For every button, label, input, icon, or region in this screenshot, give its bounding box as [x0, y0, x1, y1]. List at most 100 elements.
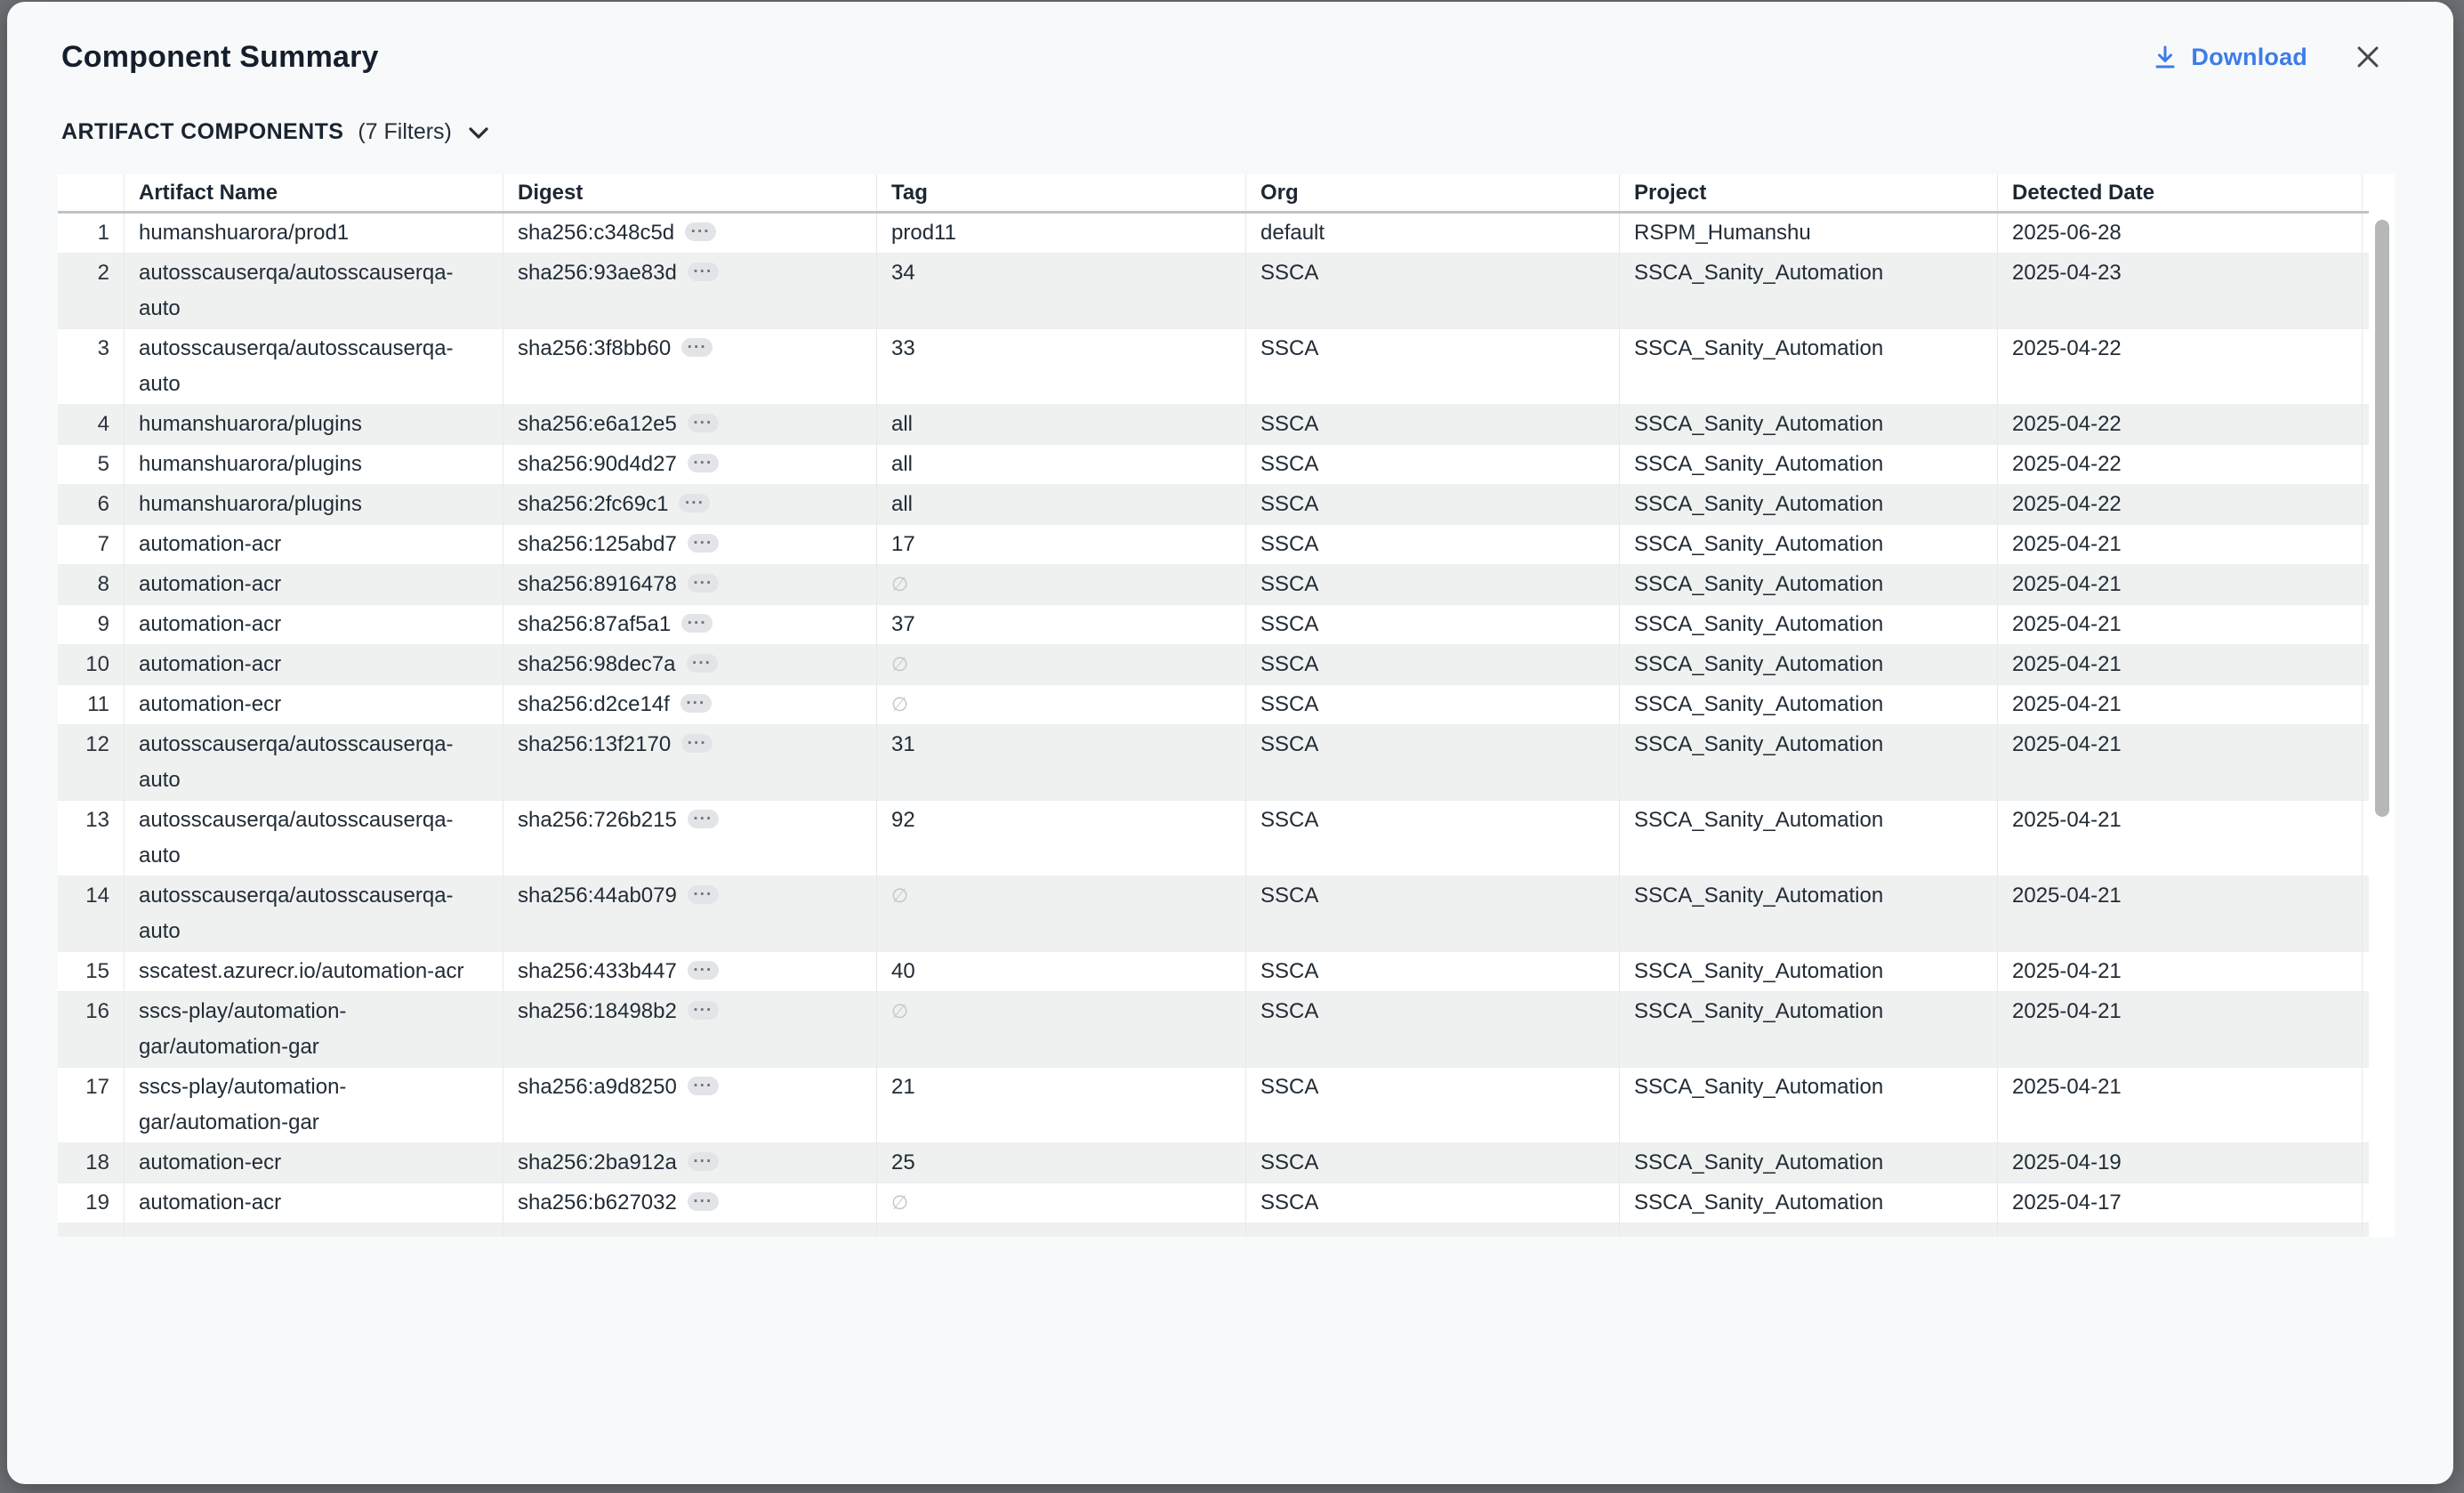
- detected-date-cell: 2025-04-22: [1997, 485, 2363, 524]
- table-row: 6humanshuarora/pluginssha256:2fc69c1···a…: [58, 485, 2369, 525]
- artifact-name-cell: automation-acr: [124, 565, 503, 604]
- digest-expand-pill[interactable]: ···: [688, 1001, 719, 1020]
- digest-expand-pill[interactable]: ···: [688, 1077, 719, 1095]
- row-number-cell: 6: [58, 485, 124, 524]
- tag-cell: 25: [876, 1143, 1245, 1182]
- digest-cell: sha256:44ab079···: [503, 876, 876, 951]
- table-row: 5humanshuarora/pluginssha256:90d4d27···a…: [58, 445, 2369, 485]
- table-row: 12autosscauserqa/autosscauserqa-autosha2…: [58, 725, 2369, 801]
- org-cell: SSCA: [1245, 405, 1619, 444]
- close-button[interactable]: [2354, 43, 2382, 71]
- detected-date-cell: 2025-04-21: [1997, 992, 2363, 1067]
- tag-cell: 31: [876, 725, 1245, 800]
- table-row: 4humanshuarora/pluginssha256:e6a12e5···a…: [58, 405, 2369, 445]
- artifact-name-line: automation-acr: [139, 607, 488, 642]
- digest-value: sha256:726b215: [518, 808, 677, 832]
- digest-expand-pill[interactable]: ···: [688, 454, 719, 472]
- digest-expand-pill[interactable]: ···: [688, 961, 719, 980]
- digest-cell: sha256:18498b2 ···: [503, 992, 876, 1067]
- row-number-cell: 15: [58, 952, 124, 991]
- digest-expand-pill[interactable]: ···: [688, 1192, 719, 1211]
- header-actions: Download: [2152, 39, 2382, 75]
- digest-value: sha256:87af5a1: [518, 612, 671, 636]
- row-number-cell: 18: [58, 1143, 124, 1182]
- tag-cell: 21: [876, 1068, 1245, 1142]
- digest-expand-pill[interactable]: ···: [680, 694, 712, 713]
- artifact-name-line: humanshuarora/prod1: [139, 215, 488, 251]
- digest-expand-pill[interactable]: ···: [688, 414, 719, 432]
- table-row: 7automation-acrsha256:125abd7···17SSCASS…: [58, 525, 2369, 565]
- digest-expand-pill[interactable]: ···: [688, 1152, 719, 1171]
- table-row: 3autosscauserqa/autosscauserqa-autosha25…: [58, 329, 2369, 405]
- tag-cell: ∅: [876, 876, 1245, 951]
- artifact-name-cell: sscatest.azurecr.io/automation-acr: [124, 952, 503, 991]
- row-number-cell: 4: [58, 405, 124, 444]
- digest-expand-pill[interactable]: ···: [688, 262, 719, 281]
- digest-value: sha256:433b447: [518, 959, 677, 983]
- empty-tag-symbol: ∅: [891, 573, 908, 595]
- digest-expand-pill[interactable]: ···: [688, 534, 719, 553]
- digest-cell: sha256:e6a12e5···: [503, 405, 876, 444]
- artifact-components-section-header[interactable]: ARTIFACT COMPONENTS (7 Filters): [61, 116, 489, 148]
- project-cell: SSCA_Sanity_Automation: [1619, 485, 1997, 524]
- project-cell: SSCA_Sanity_Automation: [1619, 1143, 1997, 1182]
- org-cell: SSCA: [1245, 685, 1619, 724]
- tag-cell: ∅: [876, 565, 1245, 604]
- digest-expand-pill[interactable]: ···: [688, 574, 719, 593]
- chevron-down-icon[interactable]: [466, 124, 489, 140]
- column-header-org: Org: [1245, 174, 1619, 211]
- project-cell: SSCA_Sanity_Automation: [1619, 645, 1997, 684]
- empty-tag-symbol: ∅: [891, 653, 908, 675]
- tag-cell: 17: [876, 525, 1245, 564]
- digest-expand-pill[interactable]: ···: [681, 734, 713, 753]
- project-cell: SSCA_Sanity_Automation: [1619, 725, 1997, 800]
- digest-expand-pill[interactable]: ···: [681, 614, 713, 633]
- artifact-name-line: sscs-play/automation-: [139, 994, 488, 1029]
- digest-expand-pill[interactable]: ···: [688, 885, 719, 904]
- table-row: 2autosscauserqa/autosscauserqa-autosha25…: [58, 254, 2369, 329]
- digest-value: sha256:125abd7: [518, 532, 677, 556]
- row-number-cell: 2: [58, 254, 124, 328]
- detected-date-cell: 2025-04-21: [1997, 1068, 2363, 1142]
- digest-expand-pill[interactable]: ···: [685, 222, 716, 241]
- project-cell: SSCA_Sanity_Automation: [1619, 685, 1997, 724]
- detected-date-cell: 2025-04-21: [1997, 725, 2363, 800]
- digest-expand-pill[interactable]: ···: [687, 654, 718, 673]
- table-row: 11automation-ecrsha256:d2ce14f···∅SSCASS…: [58, 685, 2369, 725]
- org-cell: SSCA: [1245, 485, 1619, 524]
- row-number-cell: 11: [58, 685, 124, 724]
- page-backdrop: { "modal": { "title": "Component Summary…: [0, 0, 2464, 1493]
- detected-date-cell: 2025-04-21: [1997, 801, 2363, 876]
- artifact-name-cell: automation-acr: [124, 605, 503, 644]
- download-button[interactable]: Download: [2152, 44, 2307, 71]
- artifact-name-line: sscatest.azurecr.io/automation-acr: [139, 954, 488, 989]
- digest-cell: sha256:b627032···: [503, 1183, 876, 1223]
- digest-cell: sha256:98dec7a···: [503, 645, 876, 684]
- digest-expand-pill[interactable]: ···: [681, 338, 713, 357]
- detected-date-cell: 2025-04-22: [1997, 405, 2363, 444]
- org-cell: SSCA: [1245, 254, 1619, 328]
- digest-cell: sha256:90d4d27 ···: [503, 445, 876, 484]
- artifact-name-cell: autosscauserqa/autosscauserqa-auto: [124, 254, 503, 328]
- digest-cell: sha256:2ba912a···: [503, 1143, 876, 1182]
- tag-cell: all: [876, 405, 1245, 444]
- table-scrollbar-thumb[interactable]: [2375, 220, 2389, 817]
- digest-value: sha256:d2ce14f: [518, 692, 670, 716]
- detected-date-cell: 2025-04-21: [1997, 605, 2363, 644]
- tag-cell: ∅: [876, 645, 1245, 684]
- artifact-name-cell: sscs-play/automation-gar/automation-gar: [124, 992, 503, 1067]
- digest-expand-pill[interactable]: ···: [679, 494, 710, 512]
- project-cell: SSCA_Sanity_Automation: [1619, 445, 1997, 484]
- artifact-name-cell: automation-acr: [124, 645, 503, 684]
- org-cell: SSCA: [1245, 725, 1619, 800]
- digest-value: sha256:3f8bb60: [518, 336, 671, 360]
- digest-value: sha256:90d4d27: [518, 452, 677, 476]
- digest-expand-pill[interactable]: ···: [688, 810, 719, 828]
- row-number-cell: 3: [58, 329, 124, 404]
- digest-value: sha256:18498b2: [518, 999, 677, 1023]
- artifact-name-line: automation-ecr: [139, 687, 488, 722]
- digest-value: sha256:a9d8250: [518, 1075, 677, 1099]
- table-header-row: Artifact NameDigestTagOrgProjectDetected…: [58, 174, 2369, 214]
- digest-cell: sha256:8916478···: [503, 565, 876, 604]
- artifact-name-line: autosscauserqa/autosscauserqa-: [139, 255, 488, 291]
